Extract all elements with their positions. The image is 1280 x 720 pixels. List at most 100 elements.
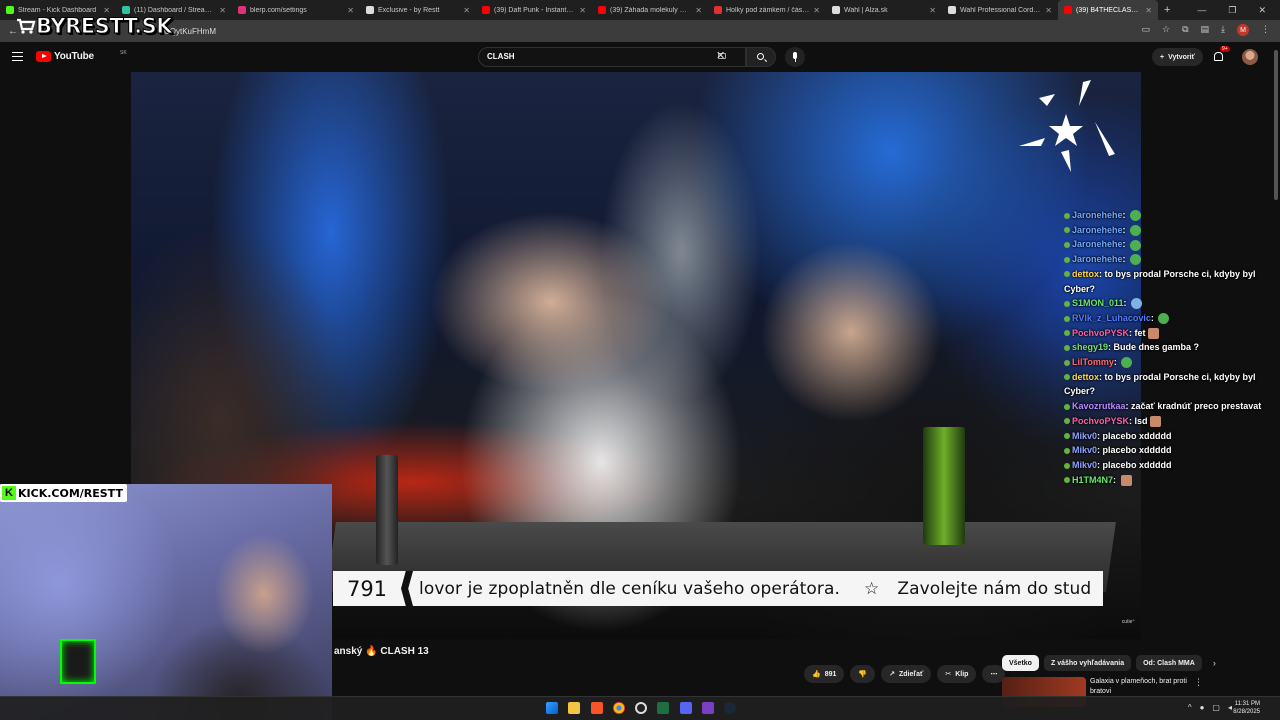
search-input[interactable]: CLASH: [478, 47, 746, 67]
filter-chip-from-search[interactable]: Z vášho vyhľadávania: [1043, 655, 1132, 671]
maximize-button[interactable]: ❐: [1228, 5, 1236, 16]
network-icon[interactable]: ▢: [1212, 703, 1220, 712]
tab-favicon: [6, 6, 14, 14]
filter-chip-from-channel[interactable]: Od: Clash MMA: [1136, 655, 1202, 671]
volume-icon[interactable]: ◂: [1228, 703, 1232, 712]
scene-can: [376, 455, 398, 565]
filter-chip-all[interactable]: Všetko: [1002, 655, 1039, 671]
browser-tab[interactable]: blerp.com/settings ✕: [232, 0, 360, 20]
recommendation-filters: Všetko Z vášho vyhľadávania Od: Clash MM…: [1002, 655, 1216, 671]
tab-title: Wahl | Alza.sk: [844, 6, 888, 14]
chat-text: placebo xddddd: [1102, 430, 1172, 441]
chat-badge-icon: [1064, 477, 1070, 484]
tab-title: (39) Záhada molekuly DMT a ...: [610, 6, 691, 14]
chat-message: RVlk_z_Luhacovic:: [1064, 311, 1280, 326]
chat-message: Kavozrutkaa: začať kradnúť preco prestav…: [1064, 399, 1280, 414]
byrestt-logo: BYRESTT.SK: [16, 14, 173, 39]
obs-icon[interactable]: [635, 702, 647, 714]
steam-icon[interactable]: [724, 702, 736, 714]
voice-search-icon[interactable]: [785, 47, 805, 67]
chat-separator: :: [1122, 210, 1129, 220]
close-tab-icon[interactable]: ✕: [1045, 6, 1052, 15]
brave-browser-icon[interactable]: [591, 702, 603, 714]
sidebar-icon[interactable]: ▤: [1201, 24, 1210, 36]
browser-menu-icon[interactable]: ⋮: [1261, 24, 1270, 36]
minimize-button[interactable]: —: [1197, 5, 1206, 15]
tab-title: (39) Daft Punk - Instant Crush: [494, 6, 576, 14]
dislike-button[interactable]: 👎: [850, 665, 876, 683]
mic-tray-icon[interactable]: ●: [1200, 703, 1205, 712]
browser-tab[interactable]: Exclusive - by Restt ✕: [360, 0, 476, 20]
youtube-account-avatar[interactable]: [1242, 49, 1258, 65]
chat-badge-icon: [1064, 462, 1070, 469]
system-clock[interactable]: 11:31 PM 8/28/2025: [1233, 700, 1260, 716]
search-button[interactable]: [746, 47, 776, 67]
chat-separator: :: [1122, 224, 1129, 235]
address-bar: ← CQytKuFHmM ▭ ☆ ⧉ ▤ ⤓ M ⋮: [0, 20, 1280, 42]
close-tab-icon[interactable]: ✕: [929, 6, 936, 15]
close-tab-icon[interactable]: ✕: [695, 6, 702, 15]
chat-message: shegy19: Bude dnes gamba ?: [1064, 340, 1280, 355]
close-tab-icon[interactable]: ✕: [219, 6, 226, 15]
chat-username: Mikv0: [1072, 459, 1098, 470]
windows-taskbar: ^ ● ▢ ◂ 11:31 PM 8/28/2025: [0, 696, 1280, 720]
chat-message: Jaronehehe:: [1064, 208, 1280, 223]
browser-tab[interactable]: Holky pod zámkem / část 1 -... ✕: [708, 0, 826, 20]
close-tab-icon[interactable]: ✕: [1145, 6, 1152, 15]
like-button[interactable]: 👍 891: [804, 665, 845, 683]
excel-icon[interactable]: [657, 702, 669, 714]
close-window-button[interactable]: ✕: [1258, 5, 1266, 16]
notifications-bell-icon[interactable]: [1214, 52, 1223, 61]
chat-message: S1MON_011:: [1064, 296, 1280, 311]
close-tab-icon[interactable]: ✕: [463, 6, 470, 15]
chat-badge-icon: [1064, 212, 1070, 219]
app-icon[interactable]: [702, 702, 714, 714]
bookmark-star-icon[interactable]: ☆: [1162, 24, 1170, 36]
kick-logo-icon: K: [2, 486, 16, 500]
chevron-right-icon[interactable]: ›: [1213, 658, 1216, 668]
downloads-icon[interactable]: ⤓: [1221, 24, 1225, 36]
tray-chevron-icon[interactable]: ^: [1188, 703, 1192, 712]
clash-logo-icon: [1019, 80, 1115, 172]
hamburger-menu-icon[interactable]: [12, 52, 23, 61]
chrome-icon[interactable]: [613, 702, 625, 714]
create-button[interactable]: + Vytvoriť: [1152, 48, 1203, 66]
browser-toolbar-icons: ▭ ☆ ⧉ ▤ ⤓ M ⋮: [1141, 24, 1270, 36]
chat-message: Jaronehehe:: [1064, 252, 1280, 267]
browser-tab[interactable]: (39) B4THECLASH: Mi... ✕: [1058, 0, 1158, 20]
browser-tab[interactable]: Wahl Professional Cordless D... ✕: [942, 0, 1058, 20]
notifications-badge: 9+: [1220, 46, 1230, 52]
discord-icon[interactable]: [680, 702, 692, 714]
tab-title: (39) B4THECLASH: Mi...: [1076, 6, 1141, 14]
extensions-icon[interactable]: ⧉: [1182, 24, 1188, 36]
youtube-logo[interactable]: YouTube SK: [36, 50, 127, 62]
browser-tab[interactable]: Wahl | Alza.sk ✕: [826, 0, 942, 20]
profile-avatar[interactable]: M: [1237, 24, 1249, 36]
windows-start-icon[interactable]: [546, 702, 558, 714]
recommendation-menu-icon[interactable]: ⋮: [1194, 677, 1203, 688]
chat-text: Bude dnes gamba ?: [1113, 342, 1200, 353]
clip-button[interactable]: ✂ Klip: [937, 665, 977, 683]
chat-username: Mikv0: [1072, 430, 1098, 441]
page-scrollbar[interactable]: [1272, 42, 1280, 696]
close-tab-icon[interactable]: ✕: [347, 6, 354, 15]
share-button[interactable]: ↗ Zdieľať: [881, 665, 932, 683]
close-tab-icon[interactable]: ✕: [579, 6, 586, 15]
ticker-text: lovor je zpoplatněn dle ceníku vašeho op…: [419, 578, 1092, 599]
file-explorer-icon[interactable]: [568, 702, 580, 714]
recommendation-title[interactable]: Galaxia v plameňoch, brat proti bratovi: [1090, 677, 1200, 697]
chat-badge-icon: [1064, 242, 1070, 249]
clear-search-icon[interactable]: ✕: [716, 49, 725, 62]
scrollbar-thumb[interactable]: [1274, 50, 1278, 200]
browser-tab[interactable]: (39) Daft Punk - Instant Crush✕: [476, 0, 592, 20]
chat-message: Mikv0: placebo xddddd: [1064, 458, 1280, 473]
cast-icon[interactable]: ▭: [1141, 24, 1150, 36]
chat-badge-icon: [1064, 256, 1070, 263]
chat-badge-icon: [1064, 447, 1070, 454]
new-tab-button[interactable]: +: [1158, 0, 1176, 20]
chat-username: Mikv0: [1072, 445, 1098, 456]
browser-tab[interactable]: (39) Záhada molekuly DMT a ... ✕: [592, 0, 708, 20]
close-tab-icon[interactable]: ✕: [813, 6, 820, 15]
chat-message: dettox: to bys prodal Porsche ci, kdyby …: [1064, 267, 1280, 296]
scissors-icon: ✂: [945, 671, 952, 678]
